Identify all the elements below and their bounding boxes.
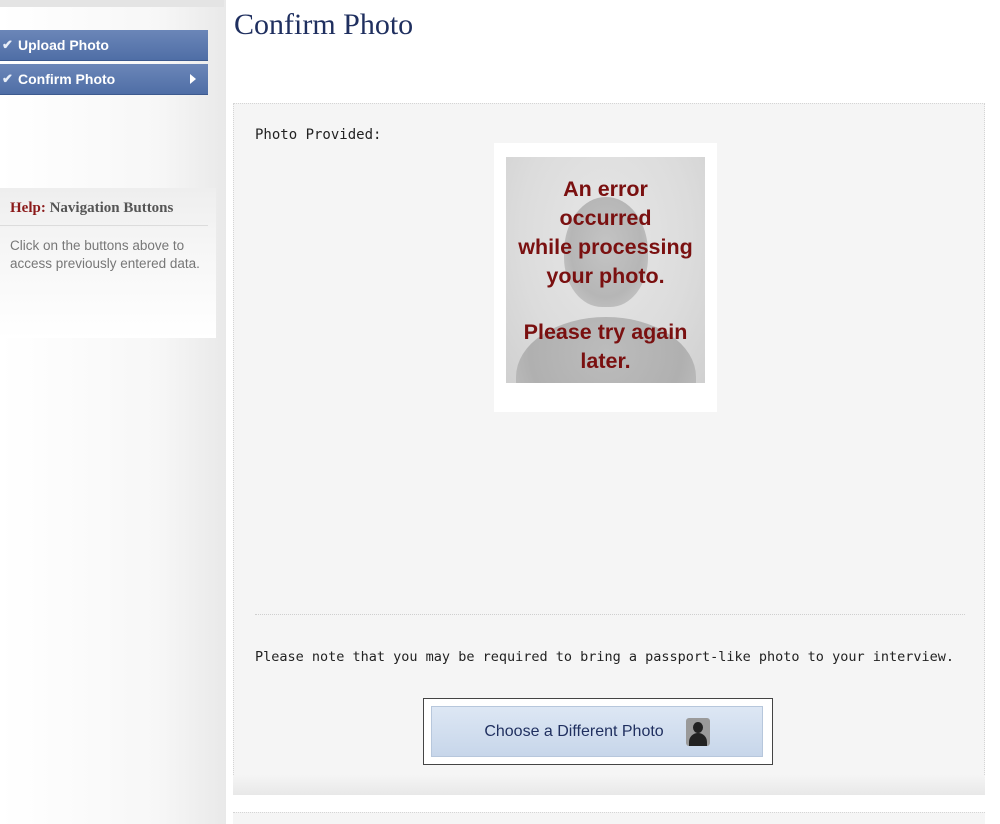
- next-panel-edge: [233, 812, 985, 824]
- help-text: Click on the buttons above to access pre…: [10, 238, 200, 271]
- nav-upload-photo-label: Upload Photo: [18, 37, 109, 53]
- person-body: [688, 732, 707, 746]
- error-line: occurred: [559, 206, 652, 230]
- nav-upload-photo[interactable]: ✔ Upload Photo: [0, 30, 208, 61]
- person-silhouette-icon: [685, 717, 710, 746]
- photo-provided-label: Photo Provided:: [255, 127, 382, 143]
- sidebar: ✔ Upload Photo ✔ Confirm Photo Help: Nav…: [0, 0, 226, 824]
- help-heading: Navigation Buttons: [49, 200, 174, 216]
- page-title: Confirm Photo: [234, 8, 414, 41]
- choose-different-photo-label: Choose a Different Photo: [484, 722, 664, 740]
- choose-different-photo-button[interactable]: Choose a Different Photo: [423, 698, 773, 765]
- help-prefix: Help:: [10, 200, 46, 216]
- arrow-right-icon: [190, 74, 196, 84]
- error-line: An error: [563, 177, 648, 201]
- help-box: Help: Navigation Buttons Click on the bu…: [0, 188, 216, 338]
- checkmark-icon: ✔: [2, 71, 13, 86]
- nav-confirm-photo[interactable]: ✔ Confirm Photo: [0, 64, 208, 95]
- photo-error-message: An error occurred while processing your …: [506, 175, 705, 376]
- passport-photo-note: Please note that you may be required to …: [255, 649, 954, 665]
- choose-different-photo-button-face[interactable]: Choose a Different Photo: [431, 706, 763, 757]
- sidebar-top-bar: [0, 0, 224, 7]
- error-line: Please try again: [523, 320, 688, 344]
- photo-placeholder: An error occurred while processing your …: [506, 157, 705, 383]
- divider: [255, 614, 965, 615]
- error-line: while processing: [518, 235, 693, 259]
- help-title: Help: Navigation Buttons: [0, 188, 208, 226]
- photo-frame: An error occurred while processing your …: [494, 143, 717, 412]
- error-line: your photo.: [546, 264, 665, 288]
- error-line: later.: [580, 349, 631, 373]
- person-head: [692, 721, 703, 733]
- checkmark-icon: ✔: [2, 37, 13, 52]
- error-gap: [506, 291, 705, 318]
- nav-confirm-photo-label: Confirm Photo: [18, 71, 116, 87]
- panel-shadow: [233, 775, 985, 795]
